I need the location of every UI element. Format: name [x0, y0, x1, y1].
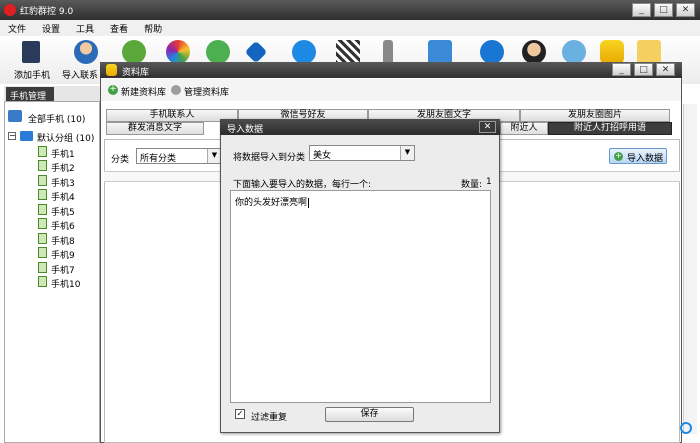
import-instruction: 下面输入要导入的数据，每行一个:: [233, 180, 372, 190]
search-icon[interactable]: [680, 422, 692, 434]
library-minimize-button[interactable]: _: [612, 63, 631, 76]
app-title: 红豹群控 9.0: [20, 7, 74, 17]
phone-icon: [38, 160, 47, 171]
minimize-button[interactable]: _: [632, 3, 651, 17]
save-button[interactable]: 保存: [325, 407, 414, 422]
database-icon: [106, 64, 117, 76]
wechat-icon[interactable]: [206, 40, 230, 64]
phone-icon: [38, 262, 47, 273]
tree-phone-item[interactable]: 手机2: [51, 161, 75, 174]
import-dialog-title: 导入数据: [227, 125, 264, 135]
add-phone-label[interactable]: 添加手机: [14, 68, 50, 81]
moments-icon[interactable]: [166, 40, 190, 64]
app-logo-icon: [4, 4, 16, 16]
tab-nearby[interactable]: 附近人: [500, 122, 548, 135]
tree-phone-item[interactable]: 手机7: [51, 263, 75, 276]
gear-icon: [171, 85, 181, 95]
app-titlebar: 红豹群控 9.0 _ □ ✕: [0, 0, 700, 20]
filter-duplicates-label: 过滤重复: [251, 413, 288, 423]
phone-icon: [38, 247, 47, 258]
import-contacts-icon[interactable]: [74, 40, 98, 64]
new-library-button[interactable]: 新建资料库: [121, 85, 166, 98]
library-maximize-button[interactable]: □: [634, 63, 653, 76]
tree-phone-item[interactable]: 手机10: [51, 277, 80, 290]
filter-duplicates-checkbox[interactable]: ✓: [235, 409, 245, 419]
clock-icon[interactable]: [562, 40, 586, 64]
maximize-button[interactable]: □: [654, 3, 673, 17]
category-label: 分类: [111, 155, 130, 165]
count-value: 1: [486, 177, 492, 187]
computer-icon: [8, 110, 22, 122]
tree-phone-item[interactable]: 手机1: [51, 147, 75, 160]
people-icon[interactable]: [292, 40, 316, 64]
add-icon: +: [614, 151, 623, 161]
menu-bar: 文件 设置 工具 查看 帮助: [0, 20, 700, 36]
tree-phone-item[interactable]: 手机6: [51, 219, 75, 232]
chevron-down-icon[interactable]: ▼: [400, 146, 414, 160]
tree-phone-item[interactable]: 手机5: [51, 205, 75, 218]
import-data-textarea[interactable]: 你的头发好漂亮啊: [230, 190, 491, 403]
folder-icon: [20, 131, 33, 141]
import-data-label: 导入数据: [626, 154, 663, 164]
close-button[interactable]: ✕: [676, 3, 695, 17]
import-data-button[interactable]: + 导入数据: [609, 148, 667, 164]
tree-default-group[interactable]: 默认分组 (10): [37, 131, 94, 144]
tree-phone-item[interactable]: 手机3: [51, 176, 75, 189]
tab-moments-images[interactable]: 发朋友圈图片: [520, 109, 670, 122]
tree-all-phones[interactable]: 全部手机 (10): [28, 112, 85, 125]
add-icon: +: [108, 84, 118, 95]
category-select[interactable]: 所有分类 ▼: [136, 148, 222, 164]
import-contacts-label[interactable]: 导入联系: [62, 68, 98, 81]
user-settings-icon[interactable]: [480, 40, 504, 64]
menu-view[interactable]: 查看: [102, 20, 136, 35]
phone-icon: [38, 204, 47, 215]
phone-icon: [38, 189, 47, 200]
chevron-down-icon[interactable]: ▼: [207, 149, 221, 163]
tree-phone-item[interactable]: 手机8: [51, 234, 75, 247]
tab-phone-management[interactable]: 手机管理: [6, 87, 54, 102]
tab-nearby-greetings[interactable]: 附近人打招呼用语: [548, 122, 672, 135]
collapse-icon[interactable]: −: [8, 132, 16, 140]
phone-icon: [38, 146, 47, 157]
library-action-bar: + 新建资料库 管理资料库: [101, 79, 681, 101]
tree-phone-item[interactable]: 手机9: [51, 248, 75, 261]
phone-hand-icon[interactable]: [428, 40, 452, 64]
count-label: 数量:: [461, 180, 483, 190]
phone-icon: [38, 276, 47, 287]
wechat-friends-icon[interactable]: [122, 40, 146, 64]
dialog-close-button[interactable]: ✕: [479, 121, 496, 133]
pin-icon[interactable]: [244, 40, 268, 64]
phone-icon: [38, 175, 47, 186]
code-icon[interactable]: [637, 40, 661, 64]
vertical-scrollbar[interactable]: [683, 104, 697, 434]
menu-help[interactable]: 帮助: [136, 20, 170, 35]
library-titlebar: 资料库 _ □ ✕: [100, 62, 682, 78]
library-close-button[interactable]: ✕: [656, 63, 675, 76]
database-icon[interactable]: [600, 40, 624, 64]
import-to-label: 将数据导入到分类: [233, 153, 306, 163]
menu-file[interactable]: 文件: [0, 20, 34, 35]
service-icon[interactable]: [522, 40, 546, 64]
dialog-category-select[interactable]: 美女 ▼: [309, 145, 415, 161]
tab-mass-message-text[interactable]: 群发消息文字: [106, 122, 204, 135]
qrcode-icon[interactable]: [336, 40, 360, 64]
library-title: 资料库: [122, 68, 150, 78]
import-dialog-titlebar: 导入数据 ✕: [220, 119, 500, 135]
add-phone-icon[interactable]: [22, 41, 40, 63]
category-select-value: 所有分类: [140, 154, 177, 164]
bottle-icon[interactable]: [383, 40, 393, 64]
menu-settings[interactable]: 设置: [34, 20, 68, 35]
tab-phone-contacts[interactable]: 手机联系人: [106, 109, 238, 122]
phone-icon: [38, 218, 47, 229]
dialog-category-value: 美女: [313, 151, 332, 161]
menu-tools[interactable]: 工具: [68, 20, 102, 35]
import-data-text: 你的头发好漂亮啊: [235, 198, 308, 208]
tree-phone-item[interactable]: 手机4: [51, 190, 75, 203]
phone-icon: [38, 233, 47, 244]
manage-library-button[interactable]: 管理资料库: [184, 85, 229, 98]
text-cursor: [308, 198, 310, 208]
